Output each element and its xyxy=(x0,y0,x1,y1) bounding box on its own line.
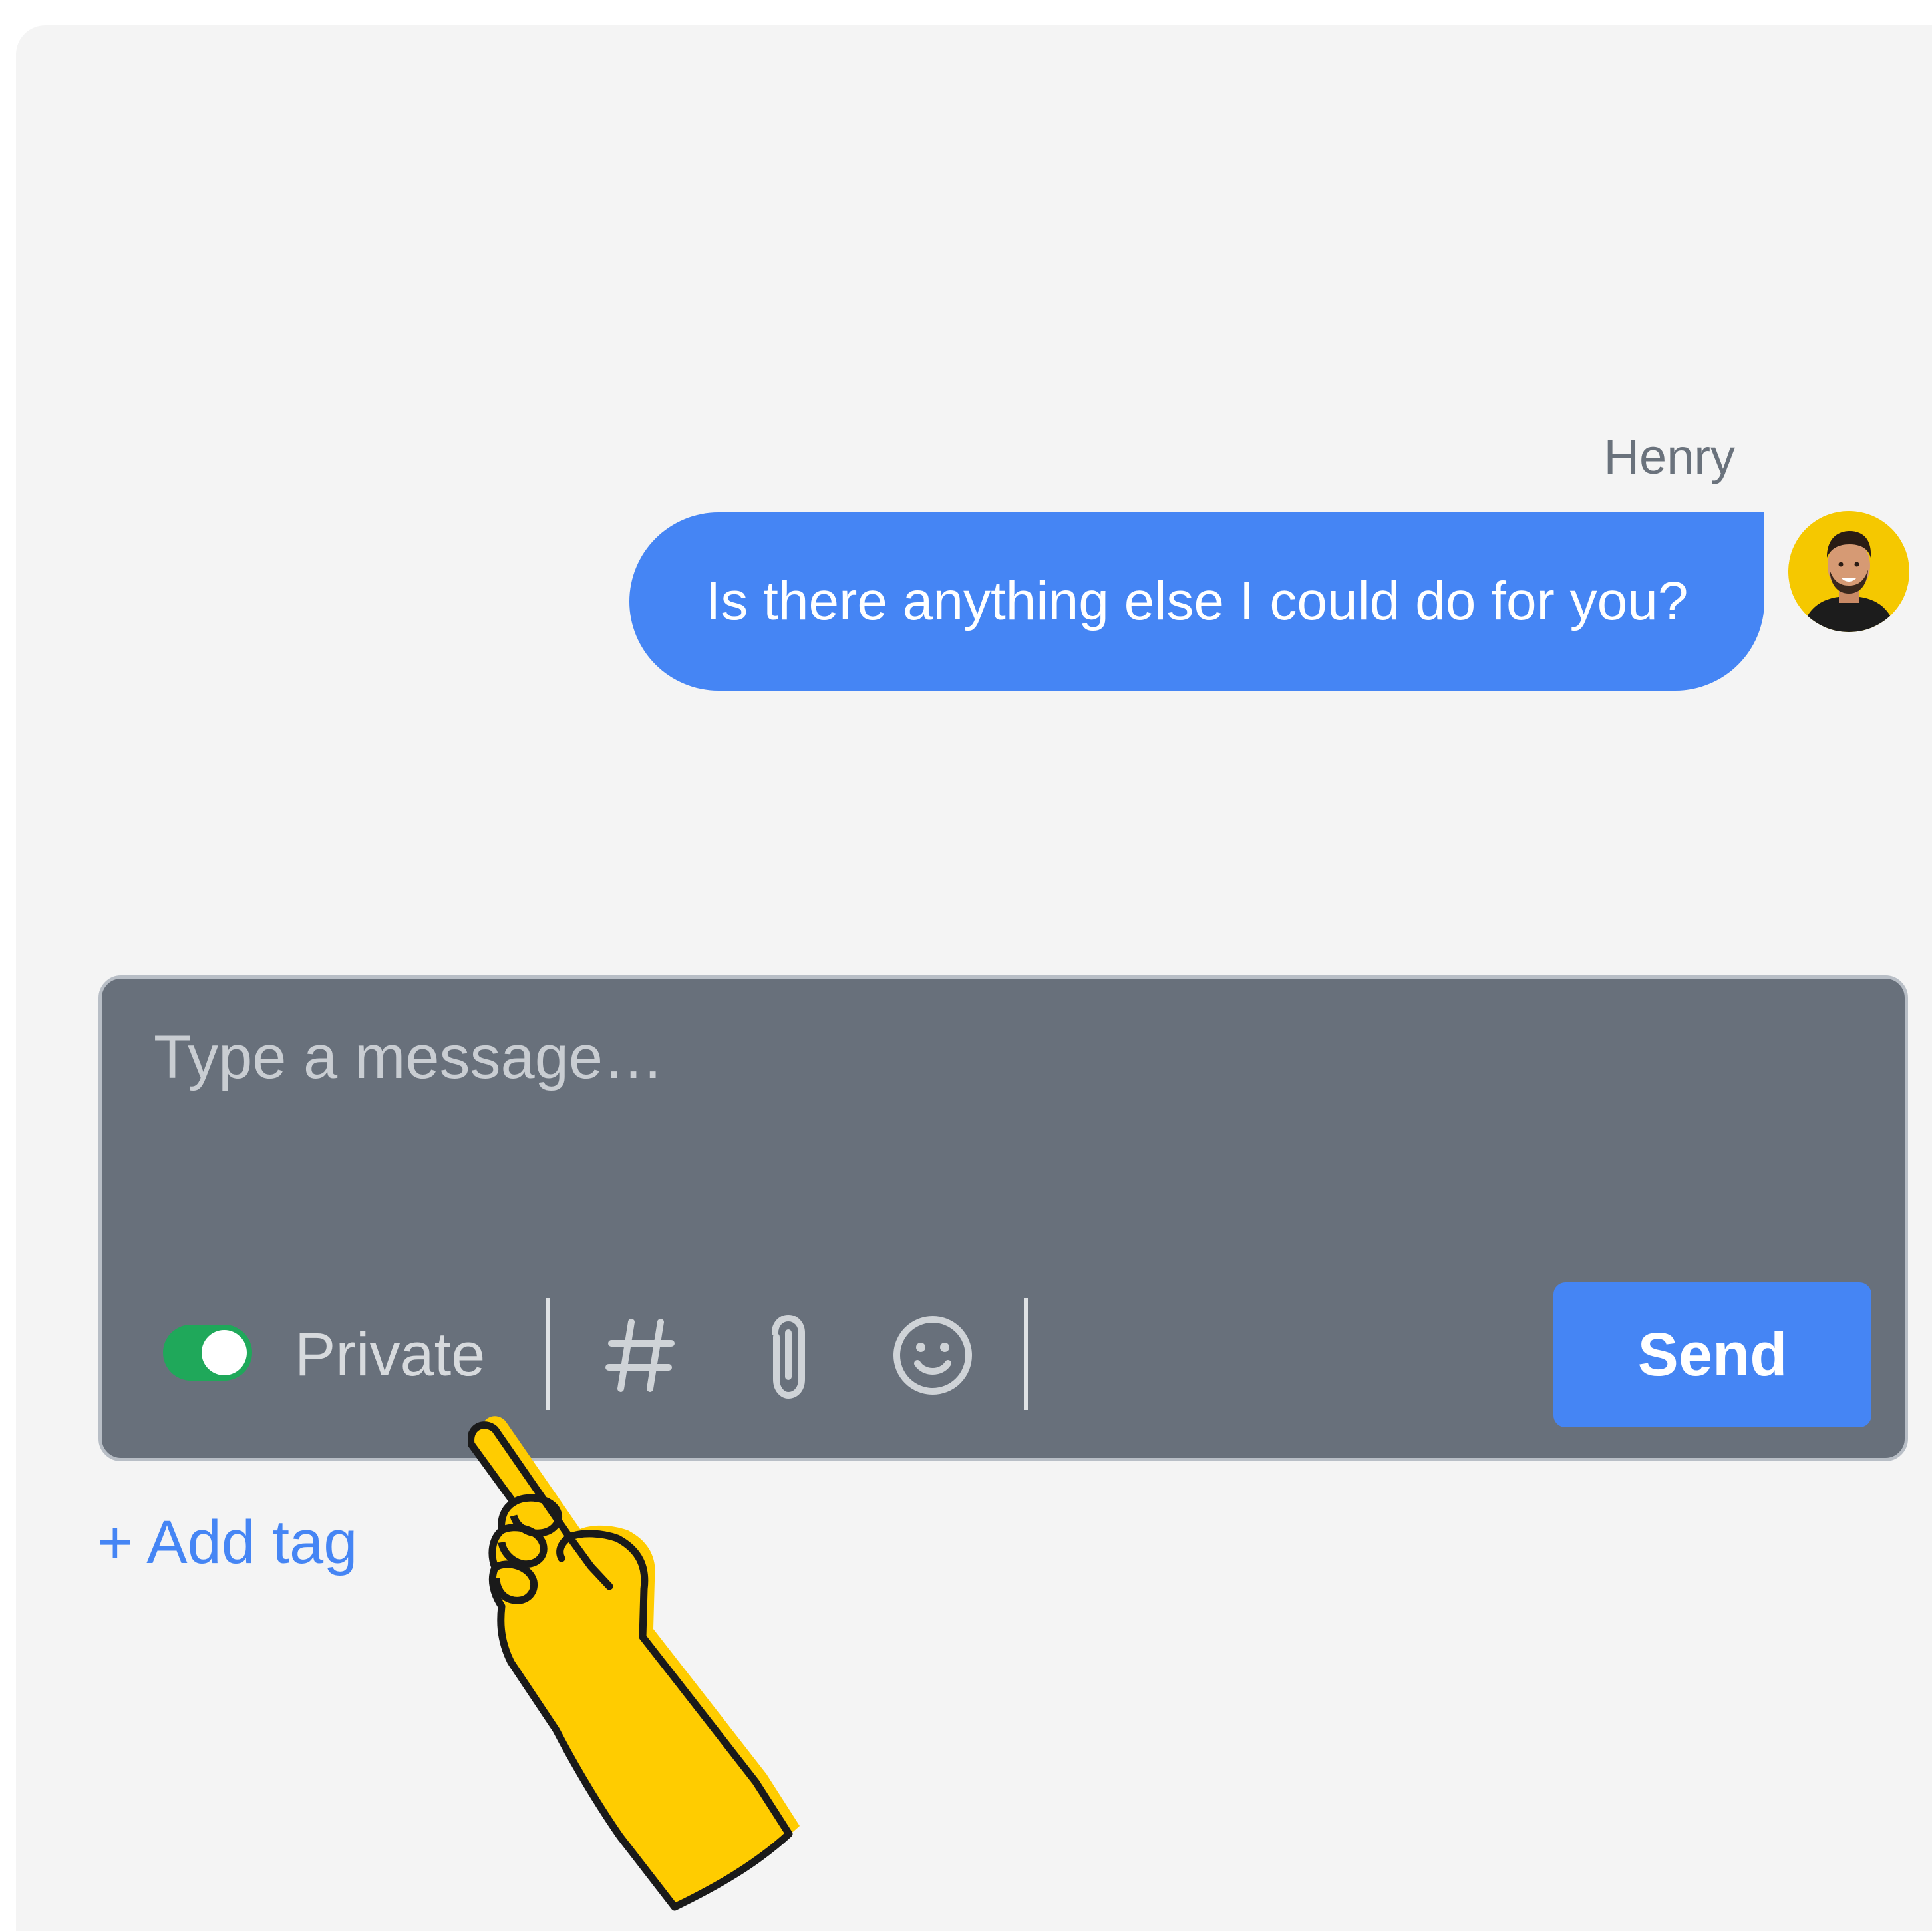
toolbar-divider xyxy=(546,1298,550,1410)
toolbar-divider xyxy=(1024,1298,1028,1410)
pointing-hand-icon xyxy=(468,1416,800,1911)
message-text: Is there anything else I could do for yo… xyxy=(705,571,1689,631)
avatar[interactable] xyxy=(1788,511,1909,632)
hashtag-button[interactable] xyxy=(598,1310,685,1401)
add-tag-link[interactable]: + Add tag xyxy=(97,1502,357,1582)
message-composer: Private xyxy=(98,975,1908,1461)
attach-button[interactable] xyxy=(744,1310,831,1401)
person-avatar-icon xyxy=(1788,511,1909,632)
message-input[interactable] xyxy=(154,1017,1684,1097)
paperclip-icon xyxy=(772,1314,805,1399)
toggle-knob xyxy=(202,1330,247,1375)
send-button[interactable]: Send xyxy=(1553,1282,1871,1427)
chat-panel: Henry Is there anything else I could do … xyxy=(16,25,1932,1931)
hashtag-icon xyxy=(605,1319,675,1392)
sender-name: Henry xyxy=(1603,429,1735,484)
emoji-button[interactable] xyxy=(889,1310,976,1401)
message-bubble: Is there anything else I could do for yo… xyxy=(629,512,1764,691)
private-toggle[interactable] xyxy=(163,1325,252,1381)
private-label: Private xyxy=(295,1321,486,1389)
emoji-icon xyxy=(893,1316,972,1395)
